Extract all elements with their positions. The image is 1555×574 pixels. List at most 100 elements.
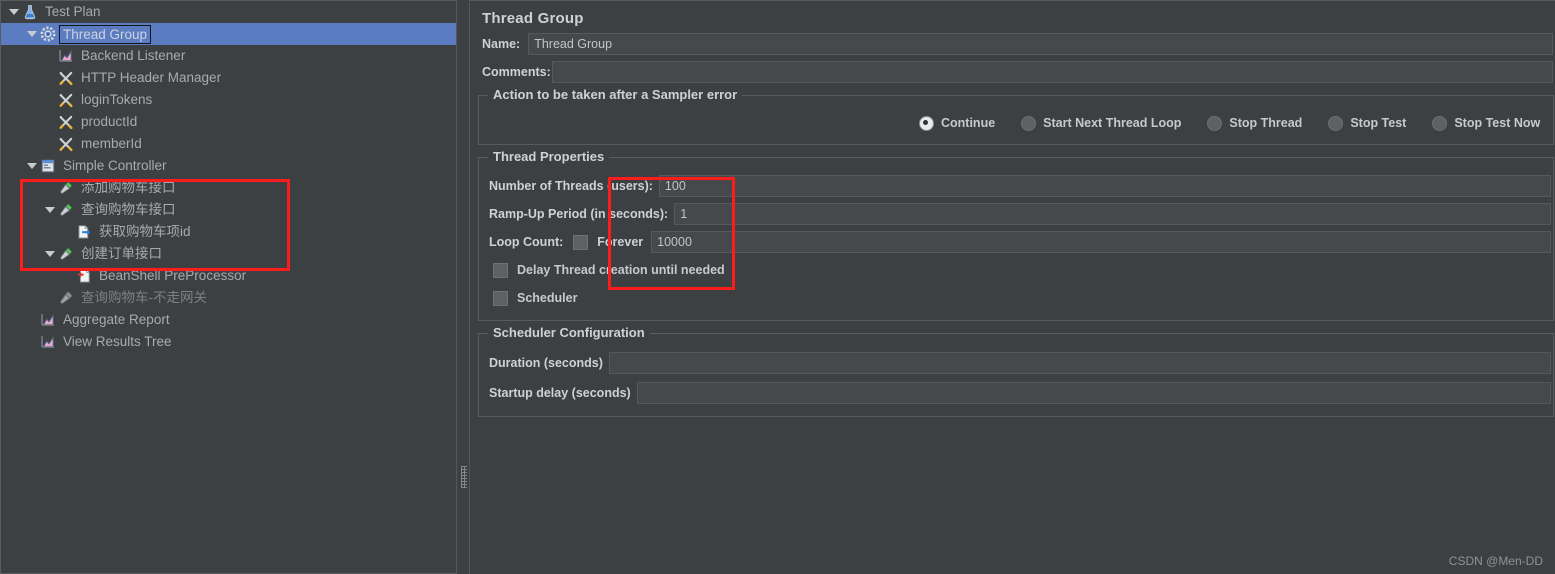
post-processor-icon [75,221,95,243]
tree-toggle-expanded-icon[interactable] [7,1,21,23]
sampler-error-option-3[interactable]: Stop Test [1328,115,1407,131]
page-title: Thread Group [482,10,584,27]
comments-row: Comments: [470,61,1555,83]
radio-button[interactable] [1328,115,1344,131]
tree-item-5[interactable]: productId [1,111,456,133]
tree-toggle-expanded-icon[interactable] [25,23,39,45]
jmeter-window: Test Plan Thread Group Backend Listener HTT… [0,0,1555,574]
tree-toggle-expanded-icon[interactable] [43,199,57,221]
tree-toggle-spacer [43,133,57,155]
tree-item-label: memberId [81,136,142,151]
tree-toggle-spacer [61,221,75,243]
ramp-up-label: Ramp-Up Period (in seconds): [489,207,669,221]
delay-thread-creation-checkbox[interactable] [493,262,508,278]
tree-toggle-spacer [25,309,39,331]
tree-item-label: HTTP Header Manager [81,70,222,85]
delay-thread-creation-label: Delay Thread creation until needed [517,263,725,277]
tree-toggle-spacer [43,177,57,199]
sampler-error-option-1[interactable]: Start Next Thread Loop [1021,115,1181,131]
tree-item-label: Simple Controller [63,158,167,173]
loop-count-input[interactable]: 10000 [651,231,1551,253]
sampler-error-group-title: Action to be taken after a Sampler error [488,87,743,102]
forever-checkbox[interactable] [573,234,589,250]
startup-delay-label: Startup delay (seconds) [489,386,631,400]
sampler-error-option-2[interactable]: Stop Thread [1207,115,1303,131]
scheduler-checkbox[interactable] [493,290,508,306]
name-row: Name: Thread Group [470,33,1555,55]
radio-label: Continue [941,116,996,130]
thread-group-icon [39,23,59,45]
duration-row: Duration (seconds) [479,348,1553,378]
tree-item-label: 查询购物车-不走网关 [81,290,207,305]
splitter-grip[interactable] [461,466,467,488]
tree-item-13[interactable]: 查询购物车-不走网关 [1,287,456,309]
sampler-icon [57,177,77,199]
watermark: CSDN @Men-DD [1448,554,1543,568]
tree-toggle-spacer [25,331,39,353]
tree-item-label: BeanShell PreProcessor [99,268,247,283]
sampler-error-option-0[interactable]: Continue [919,115,996,131]
tree-item-label: 获取购物车项id [99,224,191,239]
tree-item-14[interactable]: Aggregate Report [1,309,456,331]
scheduler-row[interactable]: Scheduler [479,284,1553,312]
sampler-error-options[interactable]: Continue Start Next Thread Loop Stop Threa… [479,110,1553,136]
tree-item-0[interactable]: Test Plan [1,1,456,23]
scheduler-label: Scheduler [517,291,578,305]
name-label: Name: [482,37,521,51]
tree-item-11[interactable]: 创建订单接口 [1,243,456,265]
radio-button[interactable] [1207,115,1223,131]
delay-thread-creation-row[interactable]: Delay Thread creation until needed [479,256,1553,284]
radio-button[interactable] [1432,115,1448,131]
tree-item-2[interactable]: Backend Listener [1,45,456,67]
loop-count-row: Loop Count: Forever 10000 [479,228,1553,256]
tree-toggle-spacer [43,67,57,89]
tree-item-8[interactable]: 添加购物车接口 [1,177,456,199]
comments-label: Comments: [482,65,551,79]
radio-label: Stop Test [1350,116,1407,130]
sampler-error-group: Action to be taken after a Sampler error… [478,87,1554,145]
tree-item-4[interactable]: loginTokens [1,89,456,111]
tree-toggle-expanded-icon[interactable] [25,155,39,177]
thread-properties-group: Thread Properties Number of Threads (use… [478,149,1554,321]
tree-item-10[interactable]: 获取购物车项id [1,221,456,243]
config-element-icon [57,89,77,111]
number-of-threads-input[interactable]: 100 [658,175,1551,197]
duration-label: Duration (seconds) [489,356,603,370]
tree-toggle-spacer [43,89,57,111]
tree-item-6[interactable]: memberId [1,133,456,155]
config-element-icon [57,111,77,133]
tree-item-label: Thread Group [59,24,152,44]
duration-input[interactable] [608,352,1551,374]
tree-item-label: Test Plan [45,4,101,19]
tree-item-15[interactable]: View Results Tree [1,331,456,353]
tree-item-12[interactable]: BeanShell PreProcessor [1,265,456,287]
thread-properties-group-title: Thread Properties [488,149,610,164]
tree-item-3[interactable]: HTTP Header Manager [1,67,456,89]
radio-label: Stop Test Now [1454,116,1541,130]
tree-toggle-spacer [61,265,75,287]
tree-item-label: View Results Tree [63,334,172,349]
tree-toggle-spacer [43,45,57,67]
tree-item-label: 查询购物车接口 [81,202,176,217]
startup-delay-input[interactable] [636,382,1551,404]
radio-button[interactable] [919,115,934,131]
test-plan-icon [21,1,41,23]
radio-label: Stop Thread [1229,116,1303,130]
config-element-icon [57,133,77,155]
tree-item-1[interactable]: Thread Group [1,23,456,45]
comments-input[interactable] [551,61,1553,83]
ramp-up-input[interactable]: 1 [674,203,1551,225]
test-plan-tree[interactable]: Test Plan Thread Group Backend Listener HTT… [0,0,456,574]
tree-item-label: loginTokens [81,92,153,107]
name-input[interactable]: Thread Group [528,33,1553,55]
panel-splitter[interactable] [456,0,470,574]
tree-item-label: Aggregate Report [63,312,170,327]
radio-button[interactable] [1021,115,1037,131]
tree-item-9[interactable]: 查询购物车接口 [1,199,456,221]
sampler-error-option-4[interactable]: Stop Test Now [1432,115,1541,131]
tree-toggle-expanded-icon[interactable] [43,243,57,265]
tree-item-7[interactable]: Simple Controller [1,155,456,177]
loop-count-label: Loop Count: [489,235,564,249]
forever-label: Forever [597,235,644,249]
tree-item-label: 添加购物车接口 [81,180,176,195]
